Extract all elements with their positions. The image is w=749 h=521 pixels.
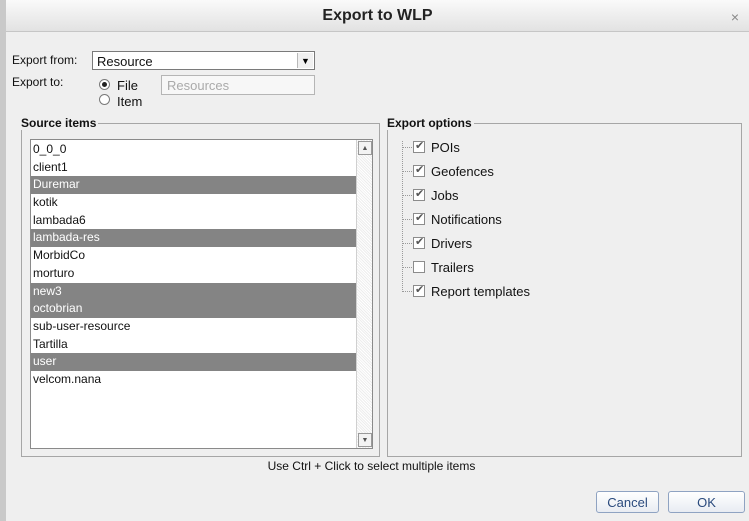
list-item[interactable]: 0_0_0: [31, 141, 358, 159]
option-checkbox[interactable]: [413, 187, 425, 201]
source-items-legend: Source items: [21, 116, 99, 130]
option-label[interactable]: Notifications: [431, 212, 502, 227]
list-item[interactable]: new3: [31, 282, 358, 301]
option-label[interactable]: Jobs: [431, 188, 458, 203]
scroll-down-icon[interactable]: ▼: [358, 433, 372, 447]
source-items-list[interactable]: 0_0_0 client1 Duremar kotik lambada6 lambada-…: [30, 139, 373, 449]
tree-branch: [402, 218, 412, 220]
option-checkbox[interactable]: [413, 261, 425, 273]
option-label[interactable]: Geofences: [431, 164, 494, 179]
chevron-down-icon[interactable]: ▼: [297, 53, 313, 68]
close-icon[interactable]: ×: [731, 9, 739, 25]
scroll-up-icon[interactable]: ▲: [358, 141, 372, 155]
tree-branch: [402, 242, 412, 244]
option-row[interactable]: POIs: [399, 138, 460, 156]
export-from-label: Export from:: [12, 53, 78, 67]
list-item[interactable]: client1: [31, 159, 358, 177]
export-from-value: Resource: [97, 54, 153, 69]
list-item[interactable]: MorbidCo: [31, 247, 358, 265]
list-item[interactable]: lambada-res: [31, 229, 358, 248]
list-item[interactable]: lambada6: [31, 212, 358, 230]
option-row[interactable]: Trailers: [399, 258, 474, 276]
file-name-placeholder: Resources: [167, 78, 230, 93]
list-item[interactable]: sub-user-resource: [31, 318, 358, 336]
option-checkbox[interactable]: [413, 235, 425, 249]
option-checkbox[interactable]: [413, 211, 425, 225]
radio-item[interactable]: [99, 94, 110, 105]
radio-file[interactable]: [99, 79, 110, 90]
list-scrollbar[interactable]: ▲ ▼: [356, 140, 372, 448]
list-item[interactable]: velcom.nana: [31, 371, 358, 389]
list-item[interactable]: octobrian: [31, 300, 358, 318]
option-label[interactable]: Trailers: [431, 260, 474, 275]
file-name-input[interactable]: Resources: [161, 75, 315, 95]
export-options-legend: Export options: [387, 116, 474, 130]
option-checkbox[interactable]: [413, 283, 425, 297]
list-item[interactable]: Duremar: [31, 176, 358, 195]
export-to-label: Export to:: [12, 75, 64, 89]
tree-branch: [402, 146, 412, 148]
list-item[interactable]: Tartilla: [31, 336, 358, 354]
tree-branch: [402, 194, 412, 196]
multi-select-hint: Use Ctrl + Click to select multiple item…: [267, 459, 476, 473]
option-row[interactable]: Jobs: [399, 186, 458, 204]
dialog-title: Export to WLP: [322, 7, 433, 24]
option-row[interactable]: Notifications: [399, 210, 502, 228]
option-label[interactable]: POIs: [431, 140, 460, 155]
option-row[interactable]: Drivers: [399, 234, 472, 252]
radio-file-label[interactable]: File: [117, 78, 138, 93]
tree-branch: [402, 290, 412, 292]
tree-branch: [402, 170, 412, 172]
export-options-tree: POIs Geofences Jobs Notifications Drivers Tra…: [399, 138, 729, 328]
export-from-select[interactable]: Resource ▼: [92, 51, 315, 70]
option-label[interactable]: Drivers: [431, 236, 472, 251]
tree-branch: [402, 266, 412, 268]
title-bar: Export to WLP ×: [6, 0, 749, 32]
option-label[interactable]: Report templates: [431, 284, 530, 299]
option-row[interactable]: Geofences: [399, 162, 494, 180]
list-item[interactable]: morturo: [31, 265, 358, 283]
option-row[interactable]: Report templates: [399, 282, 530, 300]
ok-button[interactable]: OK: [668, 491, 745, 513]
list-item[interactable]: kotik: [31, 194, 358, 212]
list-item[interactable]: user: [31, 353, 358, 371]
cancel-button[interactable]: Cancel: [596, 491, 659, 513]
radio-item-label[interactable]: Item: [117, 94, 142, 109]
option-checkbox[interactable]: [413, 163, 425, 177]
option-checkbox[interactable]: [413, 139, 425, 153]
